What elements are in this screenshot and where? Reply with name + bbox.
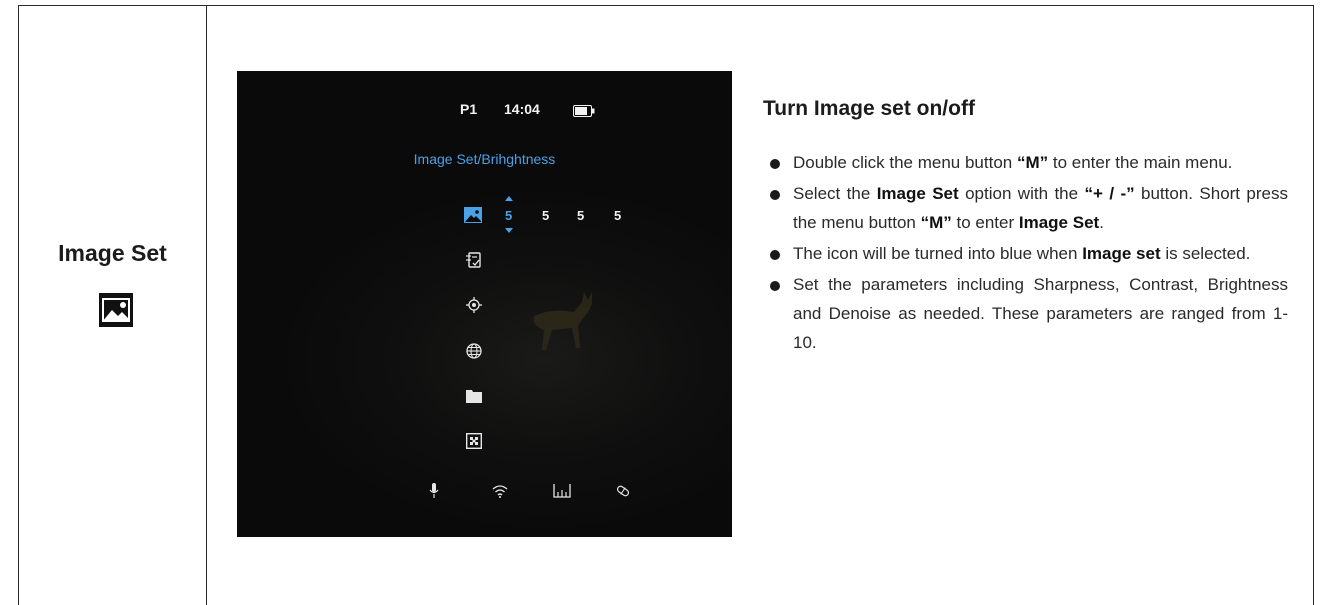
bullet-emphasis: “+ / -”	[1084, 184, 1135, 203]
bullet-emphasis: Image set	[1082, 244, 1161, 263]
deer-silhouette	[533, 292, 592, 350]
device-screen: P1 14:04 Image Set/Brihghtness 5 5 5 5	[237, 71, 732, 537]
battery-icon	[573, 105, 595, 117]
feature-title: Image Set	[58, 240, 167, 266]
bullet-text: option with the	[958, 184, 1085, 203]
contrast-value: 5	[542, 208, 550, 223]
table-right-border	[1313, 5, 1314, 605]
table-left-border	[18, 5, 19, 605]
instructions-list: Double click the menu button “M” to ente…	[768, 148, 1288, 359]
menu-title: Image Set/Brihghtness	[413, 151, 556, 167]
profile-label: P1	[460, 101, 478, 117]
bullet-emphasis: Image Set	[876, 184, 959, 203]
reticle-icon[interactable]	[466, 297, 482, 313]
bullet-text: to enter the main menu.	[1048, 153, 1233, 172]
table-top-border	[18, 5, 1314, 6]
bullet-text: to enter	[951, 213, 1019, 232]
pixel-fix-icon[interactable]	[466, 433, 482, 449]
microphone-icon	[429, 483, 439, 498]
globe-icon[interactable]	[466, 343, 482, 359]
list-item: Double click the menu button “M” to ente…	[768, 148, 1288, 177]
folder-icon[interactable]	[466, 389, 482, 403]
bullet-text: Select the	[793, 184, 877, 203]
list-item: The icon will be turned into blue when I…	[768, 239, 1288, 268]
image-icon	[99, 293, 133, 327]
image-icon[interactable]	[464, 207, 482, 223]
sharpness-value[interactable]: 5	[505, 208, 512, 223]
brightness-value: 5	[577, 208, 585, 223]
bullet-text: The icon will be turned into blue when	[793, 244, 1083, 263]
clock-time: 14:04	[504, 101, 540, 117]
checklist-icon[interactable]	[466, 252, 482, 269]
bullet-text: is selected.	[1160, 244, 1251, 263]
bullet-text: Double click the menu button	[793, 153, 1017, 172]
bullet-emphasis: “M”	[920, 213, 952, 232]
denoise-value: 5	[614, 208, 622, 223]
list-item: Set the parameters including Sharpness, …	[768, 270, 1288, 357]
bullet-emphasis: Image Set	[1018, 213, 1100, 232]
instructions-heading: Turn Image set on/off	[763, 97, 975, 120]
list-item: Select the Image Set option with the “+ …	[768, 179, 1288, 237]
pill-icon	[616, 485, 630, 497]
bullet-text: .	[1099, 213, 1104, 232]
ruler-icon	[553, 484, 571, 498]
bullet-text: Set the parameters including Sharpness, …	[793, 275, 1288, 352]
wifi-icon	[492, 485, 508, 498]
table-column-divider	[206, 5, 207, 605]
bullet-emphasis: “M”	[1016, 153, 1049, 172]
